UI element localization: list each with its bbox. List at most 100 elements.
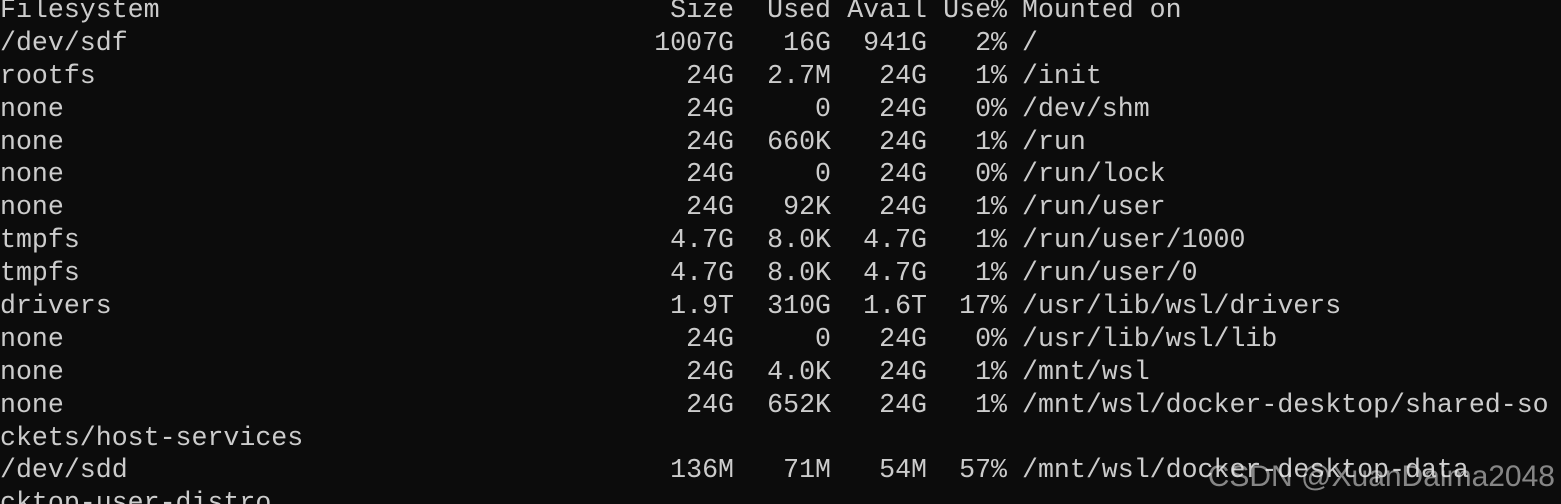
avail-cell: 4.7G	[863, 225, 927, 256]
mount-cell: /run/user/0	[1022, 258, 1198, 289]
df-row: none 24G 92K 24G 1% /run/user	[0, 191, 1561, 224]
size-cell: 24G	[686, 356, 734, 387]
used-cell: 652K	[767, 389, 831, 420]
filesystem-cell: none	[0, 93, 64, 124]
mount-cell: /init	[1022, 60, 1102, 91]
avail-cell: 24G	[879, 159, 927, 190]
avail-cell: 24G	[879, 389, 927, 420]
avail-cell: 1.6T	[863, 291, 927, 322]
filesystem-cell: drivers	[0, 291, 112, 322]
use-percent-cell: 0%	[975, 323, 1007, 354]
size-cell: 4.7G	[670, 258, 734, 289]
mount-cell: /run/lock	[1022, 159, 1166, 190]
use-percent-cell: 1%	[975, 126, 1007, 157]
df-header-row: Filesystem Size Used Avail Use% Mounted …	[0, 0, 1561, 27]
header-mounted-on: Mounted on	[1022, 0, 1182, 25]
header-avail: Avail	[847, 0, 927, 25]
df-row: none 24G 0 24G 0% /dev/shm	[0, 93, 1561, 126]
use-percent-cell: 2%	[975, 27, 1007, 58]
avail-cell: 4.7G	[863, 258, 927, 289]
avail-cell: 24G	[879, 192, 927, 223]
used-cell: 8.0K	[767, 258, 831, 289]
use-percent-cell: 1%	[975, 258, 1007, 289]
mount-cell: /mnt/wsl/docker-desktop/shared-so	[1022, 389, 1549, 420]
mount-cell: /usr/lib/wsl/lib	[1022, 323, 1278, 354]
used-cell: 0	[815, 159, 831, 190]
used-cell: 0	[815, 323, 831, 354]
use-percent-cell: 0%	[975, 93, 1007, 124]
size-cell: 24G	[686, 159, 734, 190]
use-percent-cell: 1%	[975, 60, 1007, 91]
used-cell: 71M	[783, 455, 831, 486]
used-cell: 660K	[767, 126, 831, 157]
wrapped-text: cktop-user-distro	[0, 488, 272, 504]
used-cell: 92K	[783, 192, 831, 223]
mount-cell: /dev/shm	[1022, 93, 1150, 124]
avail-cell: 941G	[863, 27, 927, 58]
filesystem-cell: none	[0, 126, 64, 157]
used-cell: 0	[815, 93, 831, 124]
filesystem-cell: none	[0, 192, 64, 223]
df-row: none 24G 4.0K 24G 1% /mnt/wsl	[0, 356, 1561, 389]
df-row: none 24G 660K 24G 1% /run	[0, 126, 1561, 159]
filesystem-cell: none	[0, 323, 64, 354]
filesystem-cell: none	[0, 159, 64, 190]
df-row: none 24G 0 24G 0% /usr/lib/wsl/lib	[0, 323, 1561, 356]
used-cell: 310G	[767, 291, 831, 322]
filesystem-cell: none	[0, 389, 64, 420]
size-cell: 24G	[686, 126, 734, 157]
avail-cell: 54M	[879, 455, 927, 486]
wrapped-output-line: ckets/host-services	[0, 422, 1561, 455]
mount-cell: /run	[1022, 126, 1086, 157]
header-used: Used	[767, 0, 831, 25]
df-row: tmpfs 4.7G 8.0K 4.7G 1% /run/user/1000	[0, 224, 1561, 257]
size-cell: 136M	[670, 455, 734, 486]
use-percent-cell: 57%	[959, 455, 1007, 486]
use-percent-cell: 1%	[975, 225, 1007, 256]
header-filesystem: Filesystem	[0, 0, 160, 25]
filesystem-cell: tmpfs	[0, 258, 80, 289]
filesystem-cell: none	[0, 356, 64, 387]
size-cell: 4.7G	[670, 225, 734, 256]
use-percent-cell: 1%	[975, 389, 1007, 420]
mount-cell: /	[1022, 27, 1038, 58]
avail-cell: 24G	[879, 126, 927, 157]
df-row: none 24G 0 24G 0% /run/lock	[0, 158, 1561, 191]
size-cell: 24G	[686, 93, 734, 124]
use-percent-cell: 0%	[975, 159, 1007, 190]
use-percent-cell: 17%	[959, 291, 1007, 322]
filesystem-cell: /dev/sdd	[0, 455, 128, 486]
size-cell: 24G	[686, 389, 734, 420]
header-use-percent: Use%	[943, 0, 1007, 25]
mount-cell: /mnt/wsl	[1022, 356, 1150, 387]
size-cell: 24G	[686, 323, 734, 354]
used-cell: 8.0K	[767, 225, 831, 256]
size-cell: 1007G	[654, 27, 734, 58]
size-cell: 24G	[686, 192, 734, 223]
df-rows: /dev/sdf 1007G 16G 941G 2% / rootfs 24G 2.7M 24G 1…	[0, 27, 1561, 422]
filesystem-cell: tmpfs	[0, 225, 80, 256]
df-row: rootfs 24G 2.7M 24G 1% /init	[0, 60, 1561, 93]
used-cell: 2.7M	[767, 60, 831, 91]
df-row: tmpfs 4.7G 8.0K 4.7G 1% /run/user/0	[0, 257, 1561, 290]
used-cell: 4.0K	[767, 356, 831, 387]
avail-cell: 24G	[879, 323, 927, 354]
filesystem-cell: /dev/sdf	[0, 27, 128, 58]
use-percent-cell: 1%	[975, 356, 1007, 387]
terminal-window[interactable]: Filesystem Size Used Avail Use% Mounted …	[0, 0, 1561, 504]
avail-cell: 24G	[879, 60, 927, 91]
df-row: /dev/sdf 1007G 16G 941G 2% /	[0, 27, 1561, 60]
avail-cell: 24G	[879, 356, 927, 387]
mount-cell: /usr/lib/wsl/drivers	[1022, 291, 1342, 322]
csdn-watermark: CSDN @XuanDaima2048	[1207, 460, 1555, 493]
mount-cell: /run/user	[1022, 192, 1166, 223]
header-size: Size	[670, 0, 734, 25]
use-percent-cell: 1%	[975, 192, 1007, 223]
df-row: none 24G 652K 24G 1% /mnt/wsl/docker-desktop/…	[0, 389, 1561, 422]
avail-cell: 24G	[879, 93, 927, 124]
df-row: drivers 1.9T 310G 1.6T 17% /usr/lib/wsl/drive…	[0, 290, 1561, 323]
mount-cell: /run/user/1000	[1022, 225, 1246, 256]
wrapped-text: ckets/host-services	[0, 422, 304, 453]
size-cell: 1.9T	[670, 291, 734, 322]
filesystem-cell: rootfs	[0, 60, 96, 91]
